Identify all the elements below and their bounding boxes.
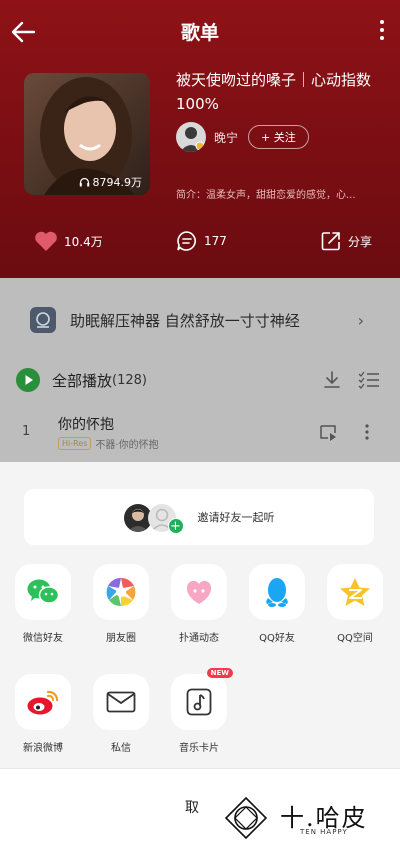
video-play-icon[interactable] — [318, 422, 338, 442]
play-count: 8794.9万 — [79, 174, 142, 190]
share-wechat-friend[interactable]: 微信好友 — [14, 564, 72, 644]
share-icon — [321, 232, 340, 251]
play-icon[interactable] — [16, 368, 40, 392]
watermark-en: TEN HAPPY — [300, 828, 348, 836]
share-sheet: + 邀请好友一起听 微信好友 朋友圈 扑通动态 QQ好友 QQ空间 新浪微博 私… — [0, 462, 400, 842]
cancel-label: 取 — [185, 800, 199, 816]
qzone-star-icon — [327, 564, 383, 620]
follow-button[interactable]: + 关注 — [248, 125, 309, 149]
song-list-area: 助眠解压神器 自然舒放一寸寸神经 › 全部播放 (128) 1 你的怀抱 Hi-… — [0, 278, 400, 468]
song-index: 1 — [22, 424, 31, 439]
creator-avatar[interactable] — [176, 122, 206, 152]
share-weibo[interactable]: 新浪微博 — [14, 674, 72, 754]
watermark: 十.哈皮 TEN HAPPY — [202, 792, 400, 842]
playlist-cover[interactable]: 8794.9万 — [24, 73, 150, 195]
song-more-icon[interactable] — [364, 422, 370, 446]
nav-bar: 歌单 — [0, 0, 400, 62]
chevron-right-icon: › — [357, 310, 364, 330]
like-button[interactable]: 10.4万 — [34, 225, 103, 257]
music-card-icon: NEW — [171, 668, 233, 730]
sleep-icon — [30, 307, 56, 333]
creator-row: 晚宁 + 关注 — [176, 122, 309, 152]
share-qzone[interactable]: QQ空间 — [326, 564, 384, 644]
watermark-logo-icon — [224, 796, 268, 840]
invite-friend-button[interactable]: + 邀请好友一起听 — [24, 489, 374, 545]
play-all-row[interactable]: 全部播放 (128) — [0, 362, 400, 398]
playlist-header: 歌单 8794.9万 被天使吻过的嗓子｜心动指数100% 晚宁 + 关注 简介：… — [0, 0, 400, 278]
playlist-title: 被天使吻过的嗓子｜心动指数100% — [176, 71, 372, 113]
moments-aperture-icon — [93, 564, 149, 620]
song-subtitle: Hi-Res 不器·你的怀抱 — [58, 436, 159, 451]
song-count: (128) — [112, 372, 147, 388]
share-moments[interactable]: 朋友圈 — [92, 564, 150, 644]
more-icon[interactable] — [378, 20, 386, 46]
share-music-card[interactable]: NEW 音乐卡片 — [170, 668, 233, 754]
action-bar: 10.4万 177 分享 — [0, 225, 400, 257]
song-title: 你的怀抱 — [58, 417, 114, 433]
qq-penguin-icon — [249, 564, 305, 620]
play-all-label: 全部播放 — [52, 371, 113, 390]
share-qq-friend[interactable]: QQ好友 — [248, 564, 306, 644]
headphones-icon — [79, 177, 89, 187]
heart-icon — [35, 231, 57, 251]
creator-name[interactable]: 晚宁 — [214, 129, 238, 146]
hires-badge: Hi-Res — [58, 437, 92, 450]
playlist-intro[interactable]: 简介：温柔女声，甜甜恋爱的感觉，心... — [176, 186, 376, 201]
invite-text: 邀请好友一起听 — [197, 511, 275, 524]
song-row[interactable]: 1 你的怀抱 Hi-Res 不器·你的怀抱 — [0, 410, 400, 454]
mail-icon — [93, 674, 149, 730]
add-icon: + — [167, 518, 184, 534]
new-badge: NEW — [206, 668, 233, 678]
invite-avatars: + — [123, 500, 190, 534]
recommend-banner[interactable]: 助眠解压神器 自然舒放一寸寸神经 › — [16, 296, 384, 344]
comment-icon — [177, 231, 196, 251]
multi-select-icon[interactable] — [358, 370, 380, 390]
weibo-icon — [15, 674, 71, 730]
share-putong[interactable]: 扑通动态 — [170, 564, 228, 644]
share-private-message[interactable]: 私信 — [92, 674, 150, 754]
page-title: 歌单 — [180, 22, 219, 44]
share-button[interactable]: 分享 — [320, 225, 372, 257]
wechat-icon — [15, 564, 71, 620]
putong-heart-icon — [171, 564, 227, 620]
song-artist: 不器·你的怀抱 — [95, 440, 159, 451]
comment-button[interactable]: 177 — [176, 225, 227, 257]
download-icon[interactable] — [322, 370, 342, 390]
banner-text: 助眠解压神器 自然舒放一寸寸神经 — [70, 311, 300, 330]
